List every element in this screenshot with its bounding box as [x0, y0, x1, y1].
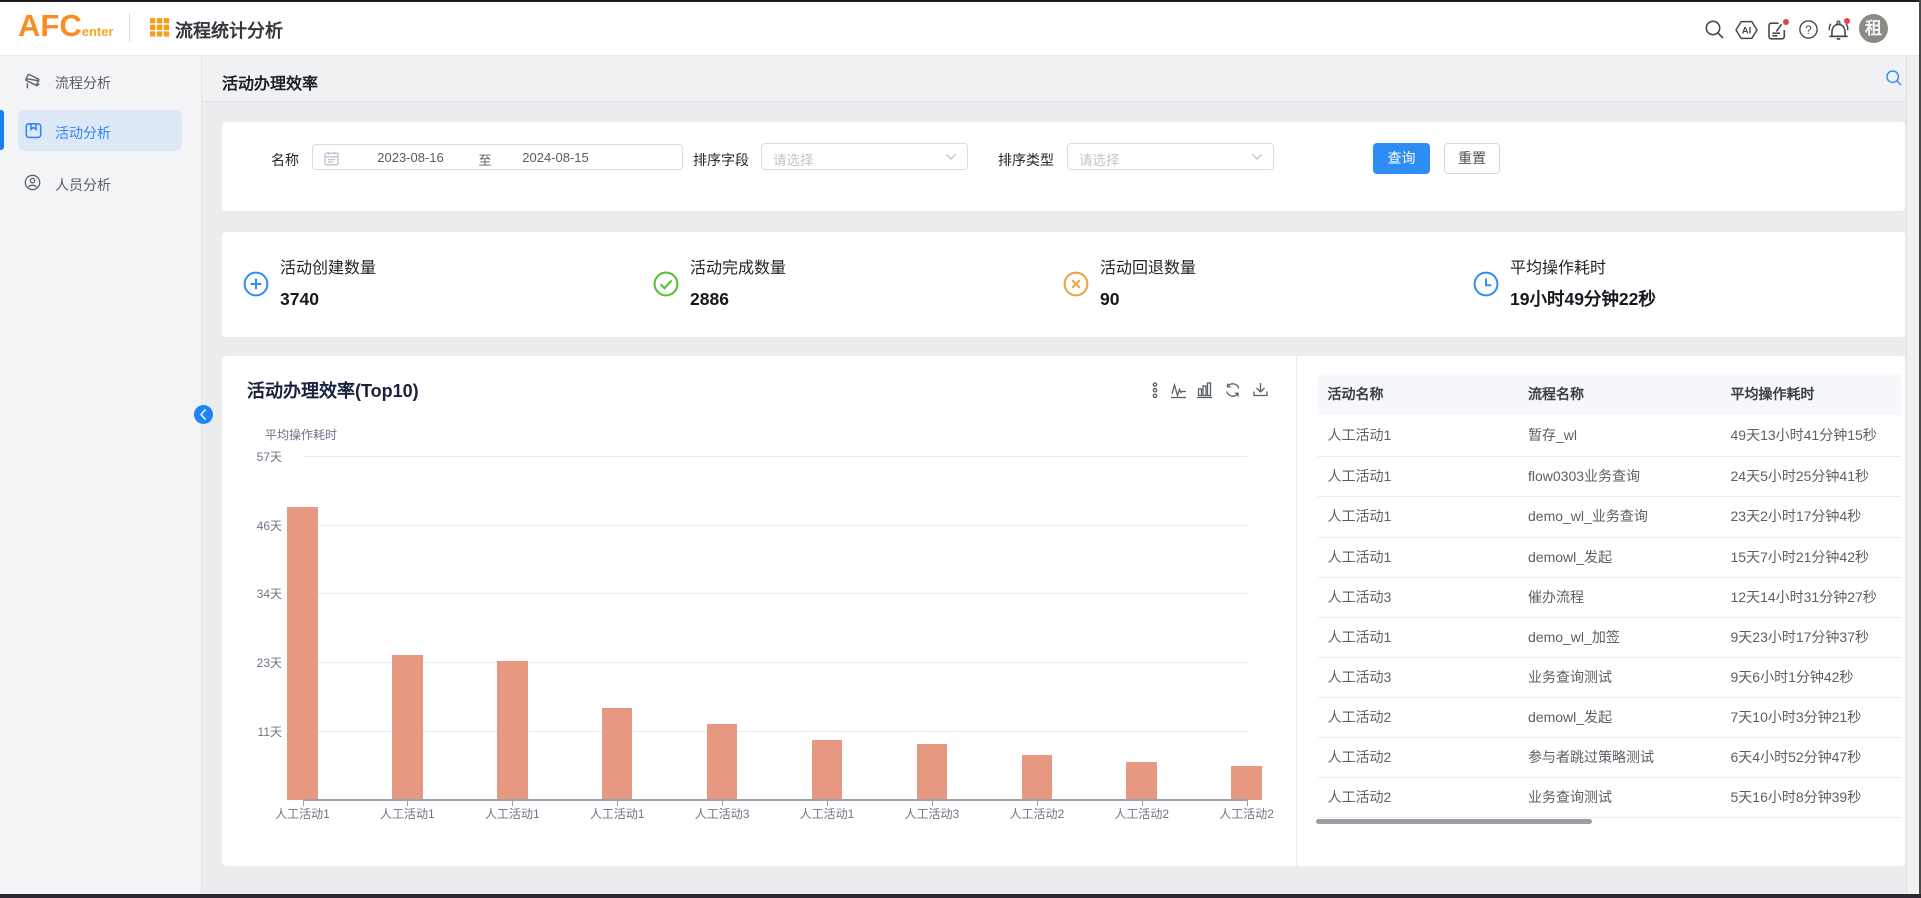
- svg-text:AI: AI: [1742, 25, 1752, 36]
- svg-text:?: ?: [1805, 25, 1811, 37]
